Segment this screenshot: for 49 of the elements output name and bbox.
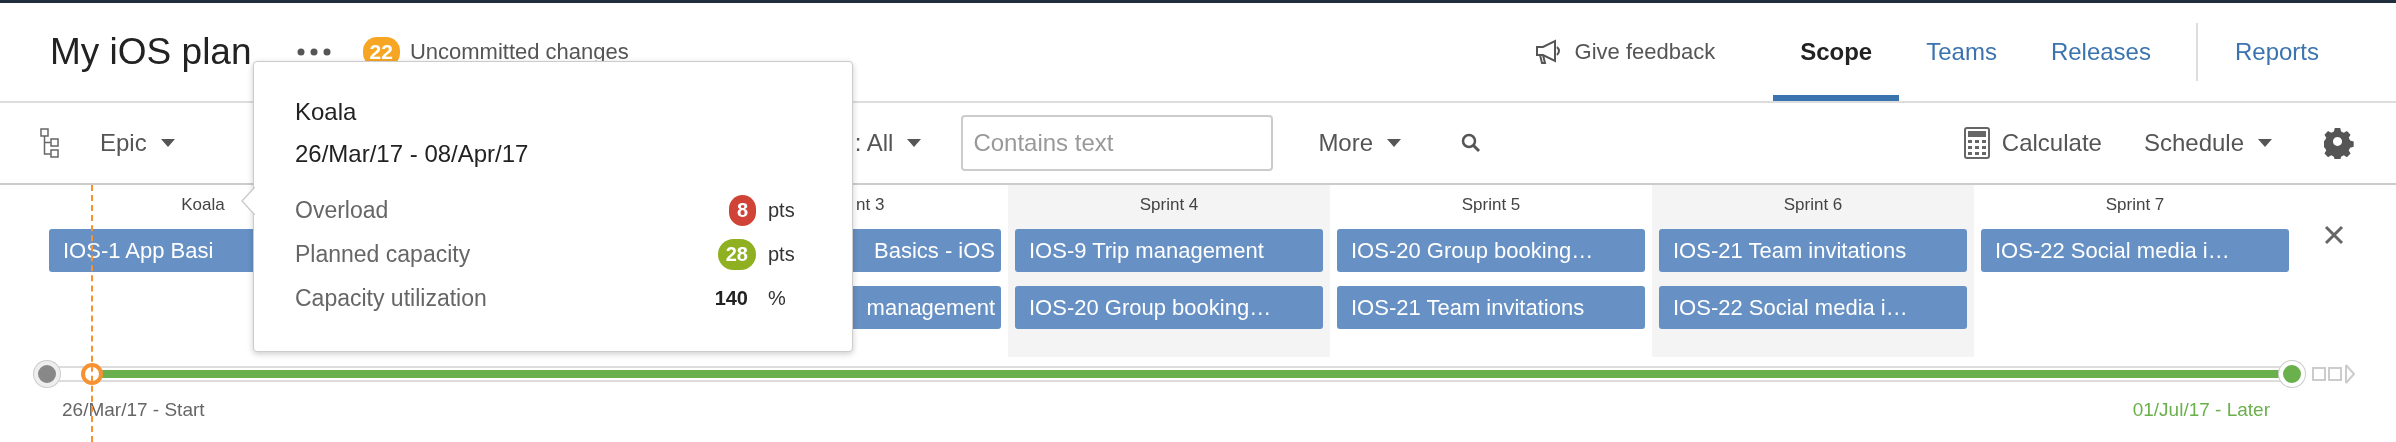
- schedule-dropdown[interactable]: Schedule: [2143, 129, 2272, 157]
- group-by-dropdown[interactable]: Epic: [100, 129, 175, 157]
- nav-tab[interactable]: Scope: [1773, 3, 1900, 101]
- sprint-name: Sprint 5: [1461, 194, 1521, 216]
- filter-dropdown[interactable]: : All: [854, 129, 922, 157]
- metric-unit: %: [768, 287, 787, 310]
- issue-card[interactable]: IOS-9 Trip management: [1015, 229, 1323, 272]
- issue-card[interactable]: IOS-22 Social media i…: [1981, 229, 2289, 272]
- start-date-label: 26/Mar/17 - Start: [62, 399, 205, 421]
- metric-value: 8: [728, 195, 756, 226]
- metric-unit: pts: [768, 199, 796, 222]
- sprint-name: Sprint 7: [2105, 194, 2165, 216]
- end-handle[interactable]: [2279, 361, 2305, 387]
- close-icon[interactable]: [2324, 225, 2344, 245]
- future-slots-icon: [2312, 364, 2356, 384]
- issue-card[interactable]: IOS-20 Group booking…: [1337, 229, 1645, 272]
- tooltip-title: Koala: [295, 98, 358, 126]
- more-icon[interactable]: [296, 48, 331, 56]
- nav-tab[interactable]: Teams: [1899, 3, 2024, 101]
- more-dropdown[interactable]: More: [1318, 129, 1402, 157]
- tooltip-dates: 26/Mar/17 - 08/Apr/17: [295, 140, 530, 168]
- issue-card[interactable]: IOS-21 Team invitations: [1659, 229, 1967, 272]
- search-field[interactable]: Contains text: [961, 115, 1274, 171]
- give-feedback-link[interactable]: Give feedback: [1574, 39, 1716, 65]
- plan-title: My iOS plan: [50, 31, 252, 73]
- sprint-name: nt 3: [856, 194, 885, 216]
- metric-label: Capacity utilization: [295, 285, 488, 312]
- uncommitted-changes-link[interactable]: Uncommitted changes: [409, 39, 629, 65]
- sprint-marker[interactable]: [81, 363, 103, 385]
- megaphone-icon: [1534, 39, 1563, 65]
- metric-unit: pts: [768, 243, 796, 266]
- sprint-name: Sprint 6: [1783, 194, 1843, 216]
- nav-tab[interactable]: Reports: [2207, 3, 2346, 101]
- issue-card[interactable]: IOS-20 Group booking…: [1015, 286, 1323, 329]
- metric-value: 28: [717, 239, 756, 270]
- calculator-icon: [1963, 127, 1990, 159]
- settings-icon[interactable]: [2324, 127, 2356, 159]
- sprint-name: Koala: [181, 194, 225, 216]
- calculate-button[interactable]: Calculate: [2001, 129, 2102, 157]
- start-handle[interactable]: [34, 361, 60, 387]
- hierarchy-icon[interactable]: [40, 128, 60, 158]
- search-icon[interactable]: [1461, 133, 1482, 153]
- metric-value: 140: [713, 286, 749, 311]
- end-date-label: 01/Jul/17 - Later: [2132, 399, 2270, 421]
- issue-card[interactable]: IOS-21 Team invitations: [1337, 286, 1645, 329]
- issue-card[interactable]: IOS-22 Social media i…: [1659, 286, 1967, 329]
- sprint-name: Sprint 4: [1139, 194, 1199, 216]
- metric-label: Overload: [295, 197, 390, 224]
- nav-tab[interactable]: Releases: [2023, 3, 2178, 101]
